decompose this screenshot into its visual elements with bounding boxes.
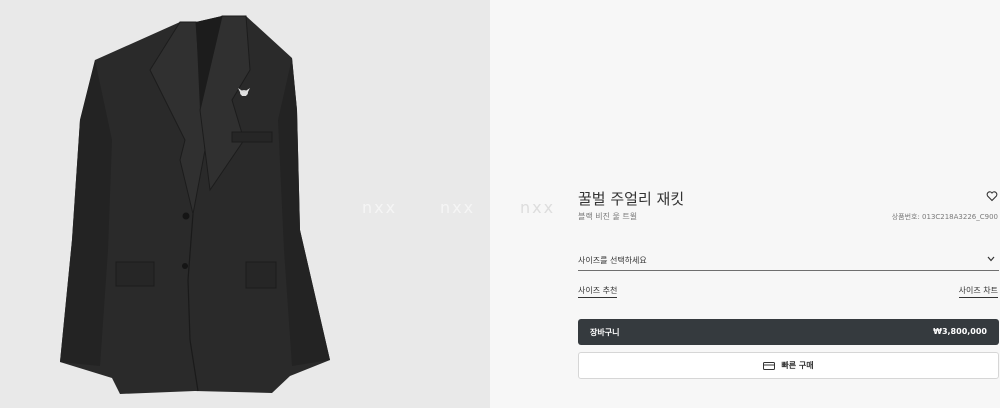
credit-card-icon: [763, 361, 776, 370]
size-select[interactable]: 사이즈를 선택하세요: [578, 251, 999, 271]
product-image-area: nxx nxx: [0, 0, 490, 408]
product-image[interactable]: [0, 0, 490, 408]
product-subtitle: 블랙 비진 울 트윌: [578, 212, 638, 221]
product-code: 상품번호: 013C218A3226_C900: [891, 213, 998, 221]
quick-buy-label: 빠른 구매: [781, 361, 814, 370]
size-select-placeholder: 사이즈를 선택하세요: [578, 256, 647, 265]
heart-icon[interactable]: [986, 190, 998, 202]
quick-buy-button[interactable]: 빠른 구매: [578, 352, 999, 379]
product-info-panel: nxx 꿀벌 주얼리 재킷 블랙 비진 울 트윌 상품번호: 013C218A3…: [490, 0, 1000, 408]
add-to-cart-button[interactable]: 장바구니 ₩3,800,000: [578, 319, 999, 345]
watermark-text: nxx: [440, 198, 476, 217]
add-to-cart-label: 장바구니: [590, 328, 620, 337]
product-page: nxx nxx nxx 꿀벌 주얼리 재킷 블랙 비진 울 트윌 상품번호: 0…: [0, 0, 1000, 408]
watermark-text: nxx: [520, 198, 556, 217]
watermark-text: nxx: [362, 198, 398, 217]
size-recommendation-link[interactable]: 사이즈 추천: [578, 285, 618, 298]
size-chart-link[interactable]: 사이즈 차트: [958, 285, 998, 298]
product-title: 꿀벌 주얼리 재킷: [578, 190, 685, 208]
price: ₩3,800,000: [933, 327, 987, 336]
chevron-down-icon: [987, 256, 995, 262]
